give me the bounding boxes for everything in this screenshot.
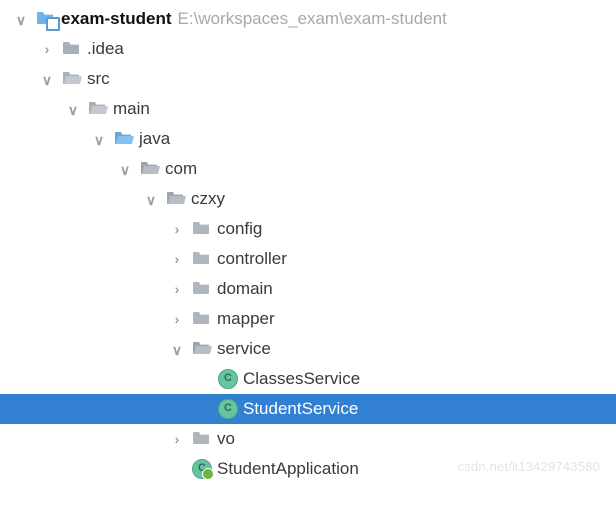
folder-open-icon bbox=[88, 101, 106, 117]
tree-row-idea[interactable]: › .idea bbox=[0, 34, 616, 64]
tree-row-student-application[interactable]: › StudentApplication bbox=[0, 454, 616, 484]
package-icon bbox=[192, 431, 210, 447]
tree-row-student-service[interactable]: › StudentService bbox=[0, 394, 616, 424]
chevron-right-icon[interactable]: › bbox=[168, 220, 186, 238]
tree-row-root[interactable]: ∨ exam-student E:\workspaces_exam\exam-s… bbox=[0, 4, 616, 34]
class-icon bbox=[218, 400, 236, 418]
class-icon bbox=[218, 370, 236, 388]
tree-row-vo[interactable]: › vo bbox=[0, 424, 616, 454]
tree-row-src[interactable]: ∨ src bbox=[0, 64, 616, 94]
spring-class-icon bbox=[192, 460, 210, 478]
folder-label: java bbox=[139, 129, 170, 149]
package-label: domain bbox=[217, 279, 273, 299]
tree-row-java[interactable]: ∨ java bbox=[0, 124, 616, 154]
module-path: E:\workspaces_exam\exam-student bbox=[178, 9, 447, 29]
tree-row-service[interactable]: ∨ service bbox=[0, 334, 616, 364]
module-icon bbox=[36, 11, 54, 27]
package-icon bbox=[192, 281, 210, 297]
chevron-down-icon[interactable]: ∨ bbox=[38, 71, 56, 89]
package-label: controller bbox=[217, 249, 287, 269]
folder-label: .idea bbox=[87, 39, 124, 59]
folder-label: main bbox=[113, 99, 150, 119]
chevron-right-icon[interactable]: › bbox=[168, 280, 186, 298]
package-label: service bbox=[217, 339, 271, 359]
chevron-down-icon[interactable]: ∨ bbox=[142, 191, 160, 209]
package-label: vo bbox=[217, 429, 235, 449]
package-label: config bbox=[217, 219, 262, 239]
chevron-down-icon[interactable]: ∨ bbox=[12, 11, 30, 29]
class-label: StudentService bbox=[243, 399, 358, 419]
package-icon bbox=[140, 161, 158, 177]
module-name: exam-student bbox=[61, 9, 172, 29]
package-icon bbox=[192, 251, 210, 267]
tree-row-main[interactable]: ∨ main bbox=[0, 94, 616, 124]
folder-label: src bbox=[87, 69, 110, 89]
tree-row-controller[interactable]: › controller bbox=[0, 244, 616, 274]
tree-row-domain[interactable]: › domain bbox=[0, 274, 616, 304]
source-folder-icon bbox=[114, 131, 132, 147]
tree-row-config[interactable]: › config bbox=[0, 214, 616, 244]
package-icon bbox=[192, 341, 210, 357]
chevron-right-icon[interactable]: › bbox=[38, 40, 56, 58]
package-label: czxy bbox=[191, 189, 225, 209]
tree-row-com[interactable]: ∨ com bbox=[0, 154, 616, 184]
package-icon bbox=[192, 221, 210, 237]
chevron-down-icon[interactable]: ∨ bbox=[90, 131, 108, 149]
chevron-right-icon[interactable]: › bbox=[168, 310, 186, 328]
package-icon bbox=[166, 191, 184, 207]
tree-row-mapper[interactable]: › mapper bbox=[0, 304, 616, 334]
chevron-right-icon[interactable]: › bbox=[168, 250, 186, 268]
chevron-right-icon[interactable]: › bbox=[168, 430, 186, 448]
class-label: StudentApplication bbox=[217, 459, 359, 479]
tree-row-classes-service[interactable]: › ClassesService bbox=[0, 364, 616, 394]
package-label: com bbox=[165, 159, 197, 179]
class-label: ClassesService bbox=[243, 369, 360, 389]
chevron-down-icon[interactable]: ∨ bbox=[116, 161, 134, 179]
tree-row-czxy[interactable]: ∨ czxy bbox=[0, 184, 616, 214]
package-icon bbox=[192, 311, 210, 327]
folder-icon bbox=[62, 41, 80, 57]
folder-open-icon bbox=[62, 71, 80, 87]
chevron-down-icon[interactable]: ∨ bbox=[168, 341, 186, 359]
package-label: mapper bbox=[217, 309, 275, 329]
chevron-down-icon[interactable]: ∨ bbox=[64, 101, 82, 119]
